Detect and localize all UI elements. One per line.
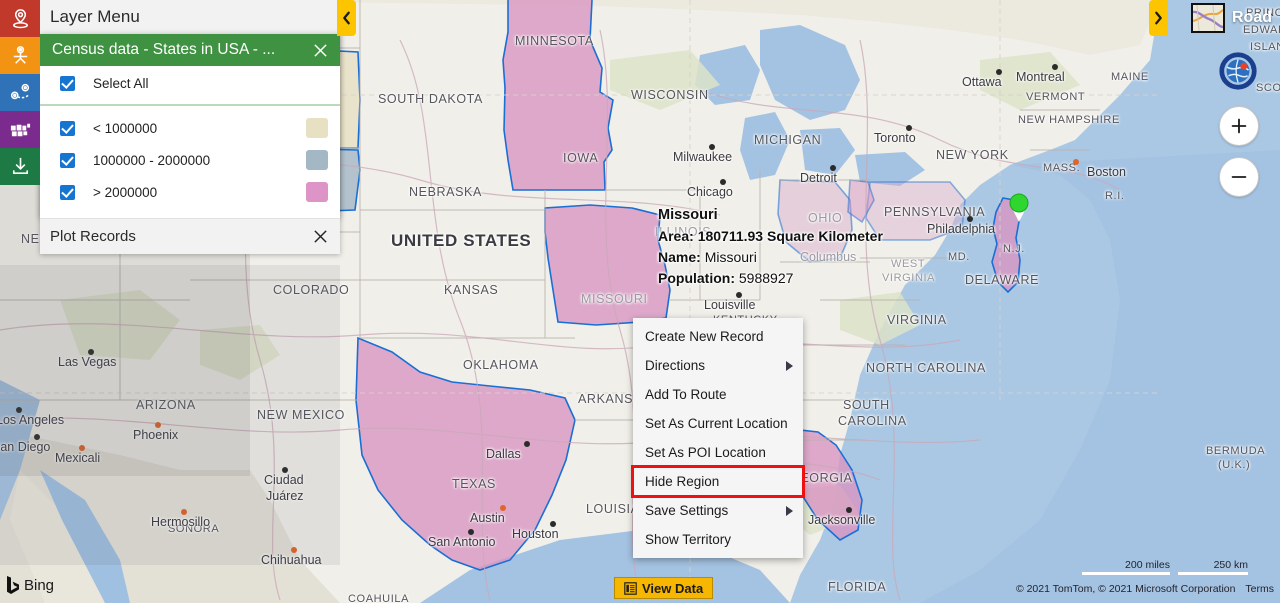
- bing-logo[interactable]: Bing: [6, 576, 54, 595]
- map-style-label: Road: [1232, 9, 1272, 26]
- legend-swatch-class-2[interactable]: [306, 182, 328, 202]
- bing-logo-text: Bing: [24, 577, 55, 594]
- rail-button-territories[interactable]: [0, 37, 40, 74]
- context-menu-item-save-settings[interactable]: Save Settings: [633, 496, 803, 525]
- legend-row-select-all[interactable]: Select All: [40, 66, 340, 100]
- rail-button-routes[interactable]: [0, 74, 40, 111]
- layer-menu-panel: Layer Menu Census data - States in USA -…: [40, 0, 340, 254]
- context-menu-label-3: Set As Current Location: [645, 416, 788, 431]
- context-menu-item-add-to-route[interactable]: Add To Route: [633, 380, 803, 409]
- locate-me-button[interactable]: [1217, 50, 1259, 92]
- context-menu-label-7: Show Territory: [645, 532, 732, 547]
- location-pin-icon: [12, 9, 28, 29]
- scale-bar: 200 miles 250 km: [1082, 559, 1248, 575]
- scale-bar-miles: 200 miles: [1082, 559, 1170, 575]
- legend-row-class-0[interactable]: < 1000000: [40, 112, 340, 144]
- context-menu-item-create-new-record[interactable]: Create New Record: [633, 322, 803, 351]
- map-context-menu: Create New Record Directions Add To Rout…: [631, 318, 805, 558]
- legend-checkbox-class-1[interactable]: [60, 152, 75, 168]
- select-all-checkbox[interactable]: [60, 75, 75, 91]
- close-icon: [313, 43, 327, 57]
- scale-bar-miles-line: [1082, 572, 1170, 575]
- census-card-title: Census data - States in USA - ...: [52, 41, 276, 58]
- layer-panel-collapse-tab[interactable]: [337, 0, 356, 36]
- legend-checkbox-class-0[interactable]: [60, 120, 75, 136]
- road-thumbnail-icon: [1193, 5, 1223, 31]
- legend-body: Select All < 1000000 1000000 - 2000000 >…: [40, 66, 340, 218]
- context-menu-label-2: Add To Route: [645, 387, 727, 402]
- scale-bar-miles-label: 200 miles: [1125, 559, 1170, 571]
- left-icon-rail: [0, 0, 40, 185]
- scale-bar-km-label: 250 km: [1213, 559, 1248, 571]
- legend-label-class-0: < 1000000: [93, 120, 158, 136]
- context-menu-label-6: Save Settings: [645, 503, 729, 518]
- legend-label-class-1: 1000000 - 2000000: [93, 152, 211, 168]
- rail-button-export[interactable]: [0, 148, 40, 185]
- territory-person-icon: [13, 46, 27, 64]
- scale-bar-km: 250 km: [1178, 559, 1248, 575]
- chevron-right-icon: [1155, 11, 1162, 25]
- plot-records-section: Plot Records: [40, 218, 340, 254]
- layer-menu-title: Layer Menu: [40, 0, 340, 34]
- terms-link[interactable]: Terms: [1245, 583, 1274, 595]
- close-icon: [313, 230, 327, 243]
- submenu-caret-icon: [786, 360, 793, 371]
- route-poi-icon: [10, 83, 29, 100]
- legend-swatch-class-1[interactable]: [306, 150, 328, 170]
- context-menu-item-directions[interactable]: Directions: [633, 351, 803, 380]
- legend-row-class-1[interactable]: 1000000 - 2000000: [40, 144, 340, 176]
- green-location-pin-marker[interactable]: [1007, 193, 1031, 228]
- copyright-text: © 2021 TomTom, © 2021 Microsoft Corporat…: [1015, 583, 1236, 595]
- region-map-icon: [10, 123, 30, 137]
- chevron-left-icon: [343, 11, 350, 25]
- map-style-picker[interactable]: Road: [1183, 0, 1280, 36]
- download-icon: [12, 157, 28, 175]
- plus-icon: [1231, 118, 1247, 134]
- census-card-close-button[interactable]: [308, 38, 332, 62]
- legend-label-class-2: > 2000000: [93, 184, 158, 200]
- plot-records-title: Plot Records: [50, 228, 136, 245]
- view-data-button[interactable]: View Data: [614, 577, 714, 599]
- map-style-thumbnail: [1191, 3, 1225, 33]
- census-card-header: Census data - States in USA - ...: [40, 34, 340, 66]
- zoom-in-button[interactable]: [1219, 106, 1259, 146]
- view-data-label: View Data: [642, 580, 704, 596]
- submenu-caret-icon: [786, 505, 793, 516]
- context-menu-item-set-as-poi-location[interactable]: Set As POI Location: [633, 438, 803, 467]
- context-menu-item-hide-region[interactable]: Hide Region: [631, 465, 805, 498]
- globe-locate-icon: [1219, 52, 1257, 90]
- context-menu-label-4: Set As POI Location: [645, 445, 766, 460]
- context-menu-item-set-as-current-location[interactable]: Set As Current Location: [633, 409, 803, 438]
- context-menu-label-5: Hide Region: [645, 474, 720, 489]
- select-all-label: Select All: [93, 75, 149, 91]
- table-list-icon: [624, 581, 637, 595]
- scale-bar-km-line: [1178, 572, 1248, 575]
- legend-checkbox-class-2[interactable]: [60, 184, 75, 200]
- rail-button-regions[interactable]: [0, 111, 40, 148]
- context-menu-label-1: Directions: [645, 358, 706, 373]
- legend-row-class-2[interactable]: > 2000000: [40, 176, 340, 208]
- census-layer-card: Census data - States in USA - ... Select…: [40, 34, 340, 218]
- context-menu-item-show-territory[interactable]: Show Territory: [633, 525, 803, 554]
- minus-icon: [1231, 176, 1247, 178]
- right-panel-expand-tab[interactable]: [1149, 0, 1168, 36]
- zoom-out-button[interactable]: [1219, 157, 1259, 197]
- legend-swatch-class-0[interactable]: [306, 118, 328, 138]
- context-menu-label-0: Create New Record: [645, 329, 764, 344]
- legend-divider: [40, 104, 340, 106]
- map-copyright: © 2021 TomTom, © 2021 Microsoft Corporat…: [1016, 583, 1274, 595]
- plot-records-close-button[interactable]: [308, 225, 332, 249]
- rail-button-locations[interactable]: [0, 0, 40, 37]
- bing-mark-icon: [7, 576, 19, 594]
